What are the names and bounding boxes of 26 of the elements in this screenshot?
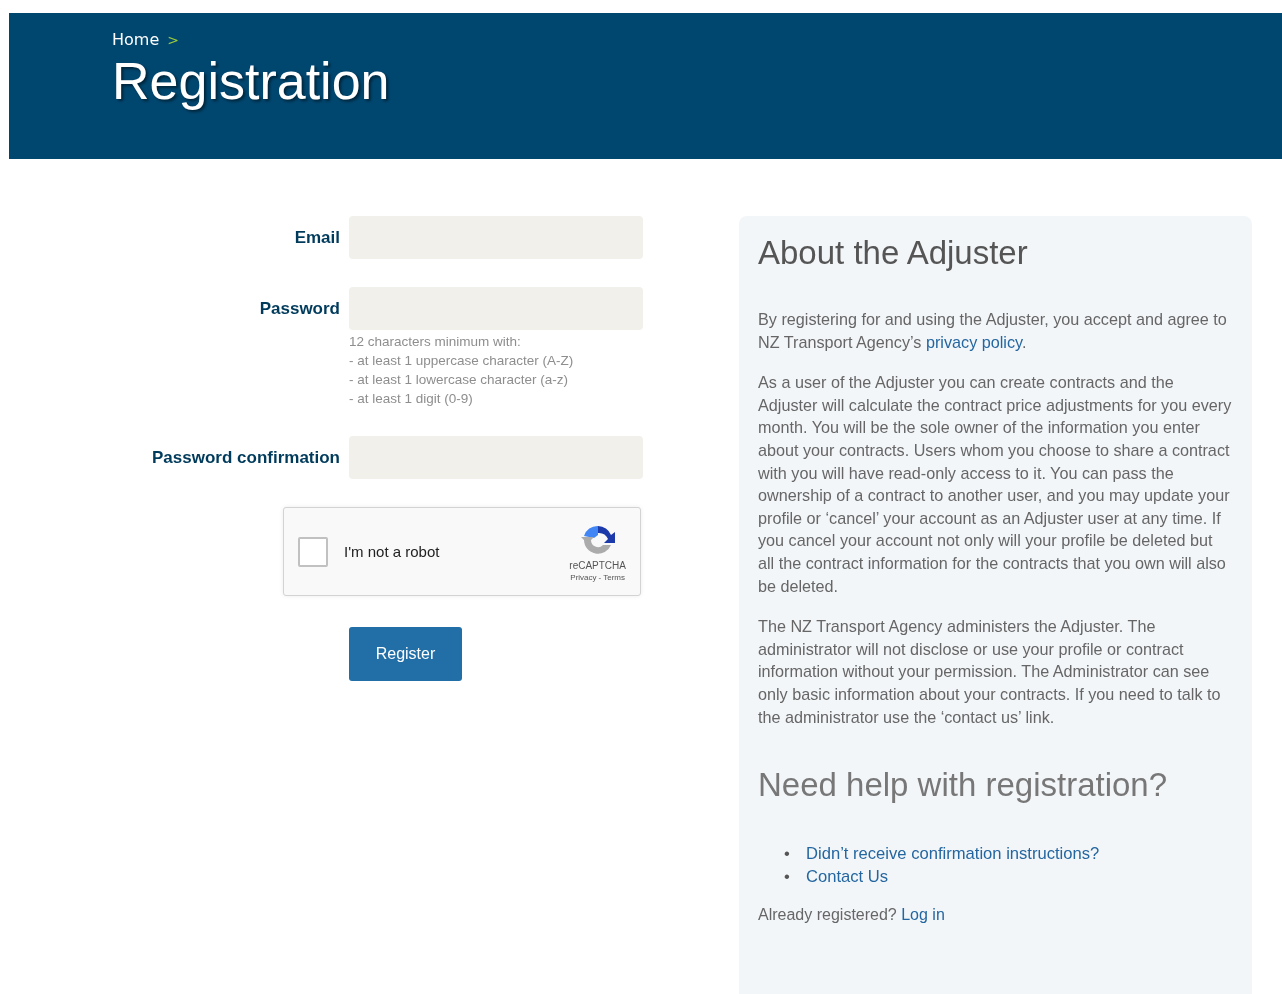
captcha-checkbox[interactable] [298,536,328,567]
info-paragraph: By registering for and using the Adjuster, you accept and agree to NZ Transport Agency’s privacy policy. [758,309,1228,353]
login-prompt: Already registered? [758,906,897,924]
panel-title: About the Adjuster [758,234,1029,272]
privacy-link[interactable]: Privacy [570,572,597,582]
field-label: Password [258,298,340,320]
captcha-label: I'm not a robot [344,543,441,560]
field-label: Password confirmation [151,447,340,469]
info-paragraph: The NZ Transport Agency administers the Adjuster. The administrator will not disclose or use your profile or contract information without your permission. The Administrator can see only basic information about your contracts. If you need to talk to the administrator use the ‘contact us’ link. [758,616,1222,728]
terms-link[interactable]: Terms [603,572,625,582]
link-separator: - [598,572,602,582]
info-paragraph: As a user of the Adjuster you can create contracts and the Adjuster will calculate the contract price adjustments for you every month. You will be the sole owner of the information you enter about your contracts. Users whom you choose to share a contract with you will have read-only access to it. You can pass the ownership of a contract to another user, and you may update your profile or ‘cancel’ your account as an Adjuster user at any time. If you cancel your account not only will your profile be deleted but all the contract information for the contracts that you own will also be deleted. [758,372,1232,597]
privacy-policy-link[interactable]: privacy policy [925,332,1022,351]
breadcrumb-link[interactable]: Home [112,30,160,49]
help-link[interactable]: Contact Us [806,865,889,889]
password-hint: 12 characters minimum with: - at least 1 uppercase character (A-Z) - at least 1 lowercase character (a-z) - at least 1 digit (0-9) [349,333,575,408]
breadcrumb-separator: > [167,31,179,48]
captcha-brand: reCAPTCHA [569,559,626,571]
help-link[interactable]: Didn’t receive confirmation instructions? [806,842,1100,866]
register-button[interactable]: Register [349,627,462,681]
field-label: Email [293,227,340,249]
bullet: • [784,866,791,889]
help-heading: Need help with registration? [758,766,1169,805]
bullet: • [784,843,791,866]
page-title: Registration [112,51,391,111]
login-link[interactable]: Log in [901,906,945,924]
